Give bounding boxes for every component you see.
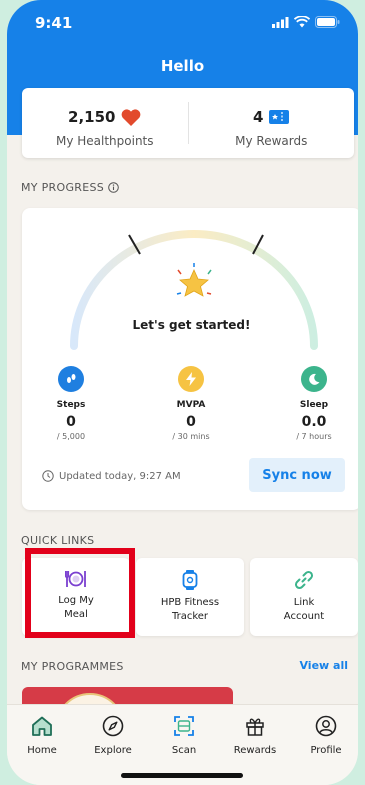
star-badge-icon <box>176 263 212 297</box>
mvpa-metric[interactable]: MVPA 0 / 30 mins <box>146 366 236 441</box>
tab-rewards-label: Rewards <box>233 745 277 756</box>
status-time: 9:41 <box>35 14 73 32</box>
tab-rewards[interactable]: Rewards <box>220 715 290 756</box>
last-updated: Updated today, 9:27 AM <box>42 470 181 482</box>
mvpa-label: MVPA <box>176 400 206 410</box>
steps-label: Steps <box>56 400 86 410</box>
my-progress-header: MY PROGRESS <box>21 181 119 194</box>
my-programmes-title: MY PROGRAMMES <box>21 660 124 673</box>
tab-home[interactable]: Home <box>7 715 77 756</box>
clock-icon <box>42 470 54 482</box>
updated-text: Updated today, 9:27 AM <box>59 470 181 482</box>
tab-scan-label: Scan <box>171 745 197 756</box>
my-progress-title: MY PROGRESS <box>21 181 105 194</box>
tab-explore-label: Explore <box>94 745 132 756</box>
steps-metric[interactable]: Steps 0 / 5,000 <box>26 366 116 441</box>
phone-screen: 9:41 Hello 2,150 My Healthpoints 4 My Re… <box>7 0 358 785</box>
healthpoints-summary[interactable]: 2,150 My Healthpoints <box>22 88 188 158</box>
moon-icon <box>301 366 327 392</box>
mvpa-value: 0 <box>186 414 196 430</box>
link-icon <box>294 570 314 590</box>
healthpoints-value: 2,150 <box>68 108 116 126</box>
wifi-icon <box>294 16 310 28</box>
gift-icon <box>246 718 264 736</box>
progress-headline: Let's get started! <box>132 318 251 332</box>
tab-scan[interactable]: Scan <box>149 715 219 756</box>
progress-gauge <box>70 230 318 350</box>
ticket-icon <box>269 110 290 124</box>
tab-home-label: Home <box>27 745 57 756</box>
sleep-label: Sleep <box>299 400 329 410</box>
sleep-target: / 7 hours <box>296 432 332 441</box>
tab-explore[interactable]: Explore <box>78 715 148 756</box>
fitness-tracker-label-2: Tracker <box>171 611 209 622</box>
quick-links-title: QUICK LINKS <box>21 534 95 547</box>
lightning-icon <box>178 366 204 392</box>
fitness-tracker-label-1: HPB Fitness <box>160 597 220 608</box>
quick-link-fitness-tracker[interactable]: HPB Fitness Tracker <box>136 558 244 636</box>
steps-target: / 5,000 <box>56 432 86 441</box>
rewards-summary[interactable]: 4 My Rewards <box>189 88 355 158</box>
progress-card: Let's get started! Steps 0 / 5,000 MVPA … <box>22 208 358 510</box>
home-indicator <box>121 773 243 778</box>
steps-value: 0 <box>66 414 76 430</box>
home-icon <box>32 716 52 736</box>
link-account-label-2: Account <box>283 611 325 622</box>
quick-link-link-account[interactable]: Link Account <box>250 558 358 636</box>
status-bar: 9:41 <box>7 14 358 36</box>
footsteps-icon <box>58 366 84 392</box>
tab-profile[interactable]: Profile <box>291 715 358 756</box>
compass-icon <box>102 715 124 737</box>
summary-card: 2,150 My Healthpoints 4 My Rewards <box>22 88 354 158</box>
scan-icon <box>174 716 194 736</box>
link-account-label-1: Link <box>293 597 315 608</box>
healthpoints-label: My Healthpoints <box>55 134 154 148</box>
greeting-title: Hello <box>160 57 205 75</box>
status-icons <box>272 16 340 28</box>
sleep-value: 0.0 <box>301 414 327 430</box>
mvpa-target: / 30 mins <box>172 432 210 441</box>
highlight-box <box>25 548 135 638</box>
heart-icon <box>122 108 141 126</box>
watch-icon <box>182 570 198 590</box>
profile-icon <box>315 715 337 737</box>
battery-icon <box>315 16 340 28</box>
view-all-link[interactable]: View all <box>299 659 348 672</box>
tab-profile-label: Profile <box>310 745 342 756</box>
sleep-metric[interactable]: Sleep 0.0 / 7 hours <box>269 366 358 441</box>
signal-icon <box>272 16 289 28</box>
rewards-value: 4 <box>253 108 264 126</box>
rewards-label: My Rewards <box>235 134 308 148</box>
info-icon[interactable] <box>108 182 119 193</box>
sync-now-button[interactable]: Sync now <box>249 458 345 492</box>
